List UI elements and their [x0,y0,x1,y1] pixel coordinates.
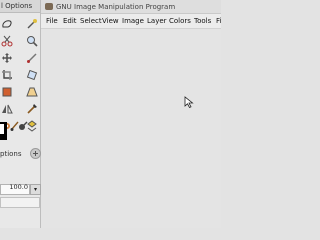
window-title-bar: GNU Image Manipulation Program [41,0,221,14]
tool-options-title-bar: l Options [0,0,40,13]
toolbox-panel: l Options ptions 100.0 ▾ [0,0,41,228]
unified-transform-icon[interactable] [1,86,13,98]
menu-select[interactable]: Select [80,17,102,25]
flip-icon[interactable] [1,103,13,115]
background-color-swatch[interactable] [0,124,4,134]
rotate-icon[interactable] [26,69,38,81]
scissors-select-icon[interactable] [1,35,13,47]
perspective-icon[interactable] [26,86,38,98]
move-icon[interactable] [1,52,13,64]
menu-view[interactable]: View [102,17,119,25]
tool-options-title: l Options [1,2,33,10]
gimp-app-icon [45,3,53,10]
measure-icon[interactable] [26,52,38,64]
tool-options-label: ptions [0,150,22,158]
fuzzy-select-icon[interactable] [26,18,38,30]
window-title: GNU Image Manipulation Program [56,3,176,11]
menu-filters[interactable]: Fi [216,17,221,25]
menu-colors[interactable]: Colors [169,17,191,25]
cage-transform-icon[interactable] [26,103,38,115]
image-window: GNU Image Manipulation Program File Edit… [41,0,221,228]
pencil-icon[interactable] [17,120,29,132]
zoom-icon[interactable] [26,35,38,47]
menu-layer[interactable]: Layer [147,17,167,25]
option-row[interactable] [0,197,40,208]
mouse-pointer-icon [184,96,194,109]
free-select-icon[interactable] [1,18,13,30]
opacity-spin-button[interactable]: ▾ [30,184,41,195]
menu-bar: File Edit Select View Image Layer Colors… [41,14,221,29]
add-preset-button[interactable] [30,148,41,159]
menu-file[interactable]: File [46,17,58,25]
empty-canvas-area[interactable] [41,29,221,228]
opacity-value: 100.0 [9,183,28,191]
crop-icon[interactable] [1,69,13,81]
menu-image[interactable]: Image [122,17,144,25]
menu-tools[interactable]: Tools [194,17,211,25]
menu-edit[interactable]: Edit [63,17,77,25]
